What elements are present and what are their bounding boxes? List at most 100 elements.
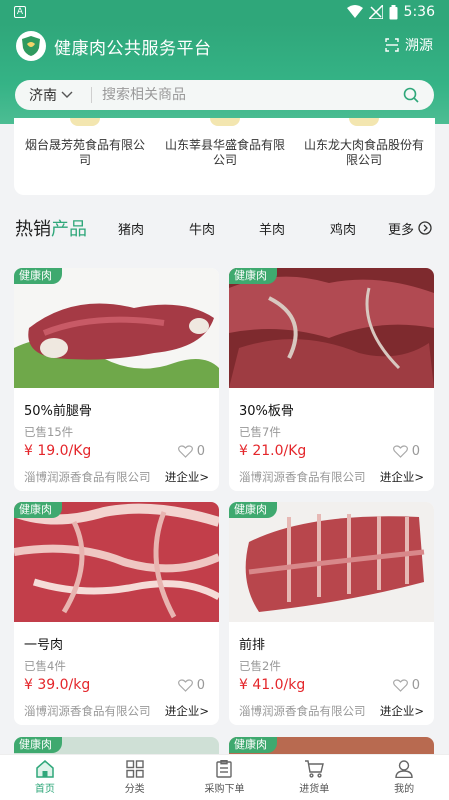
section-title: 热销产品 [15,219,87,240]
app-header: 健康肉公共服务平台 溯源 济南 [0,24,449,124]
search-input[interactable] [92,87,394,103]
status-icons: 5:36 [346,4,435,20]
healthy-badge: 健康肉 [14,737,62,753]
product-image [229,268,434,388]
company-item[interactable]: 烟台晟芳苑食品有限公司 [20,118,150,168]
seller-name: 淄博润源香食品有限公司 [24,704,151,718]
platform-logo [16,31,46,61]
company-name: 山东莘县华盛食品有限公司 [164,138,285,167]
seller-name: 淄博润源香食品有限公司 [239,470,366,484]
like-button[interactable]: 0 [177,444,205,459]
city-selector[interactable]: 济南 [15,85,91,105]
like-count: 0 [196,678,205,693]
enter-shop-link[interactable]: 进企业> [165,703,209,719]
product-price: ¥ 41.0/kg [239,677,306,693]
search-bar: 济南 [15,80,434,110]
product-card[interactable]: 健康肉 30%板骨 已售7件 ¥ 21.0/Kg 0 淄博润源香食品有限公司 进… [229,268,434,491]
nav-label: 进货单 [299,784,330,795]
enter-shop-link[interactable]: 进企业> [165,469,209,485]
notification-icon: A [14,6,26,18]
healthy-badge: 健康肉 [229,502,277,518]
nav-label: 我的 [394,784,415,795]
company-name: 烟台晟芳苑食品有限公司 [24,138,145,167]
product-image [14,268,219,388]
signal-icon [368,5,383,19]
nav-category[interactable]: 分类 [90,755,180,800]
cart-icon [305,760,325,778]
heart-icon [392,679,408,692]
sold-count: 已售4件 [24,659,66,673]
profile-icon [395,760,413,778]
heart-icon [177,445,193,458]
scan-icon [385,38,399,52]
battery-icon [389,4,398,19]
home-icon [36,760,54,778]
company-name: 山东龙大肉食品股份有限公司 [303,138,424,167]
tab-beef[interactable]: 牛肉 [189,219,215,238]
heart-icon [177,679,193,692]
product-price: ¥ 21.0/Kg [239,443,307,459]
nav-order[interactable]: 采购下单 [180,755,270,800]
product-card[interactable]: 健康肉 一号肉 已售4件 ¥ 39.0/kg 0 淄博润源香食品有限公司 进企业… [14,502,219,725]
nav-cart[interactable]: 进货单 [269,755,359,800]
product-image [14,502,219,622]
product-price: ¥ 19.0/Kg [24,443,92,459]
trace-label: 溯源 [405,38,433,54]
company-logo [210,118,240,126]
like-button[interactable]: 0 [392,678,420,693]
hot-products-tabs: 热销产品 猪肉 牛肉 羊肉 鸡肉 更多 [0,208,449,248]
like-button[interactable]: 0 [177,678,205,693]
nav-label: 首页 [34,784,55,795]
page-title: 健康肉公共服务平台 [54,39,212,59]
status-bar: A 5:36 [0,0,449,24]
sold-count: 已售7件 [239,425,281,439]
clock: 5:36 [403,4,435,20]
shield-logo-icon [22,36,40,56]
company-logo [349,118,379,126]
enter-shop-link[interactable]: 进企业> [380,703,424,719]
product-card[interactable]: 健康肉 50%前腿骨 已售15件 ¥ 19.0/Kg 0 淄博润源香食品有限公司… [14,268,219,491]
enter-shop-link[interactable]: 进企业> [380,469,424,485]
product-name: 50%前腿骨 [24,404,92,419]
bottom-nav: 首页 分类 采购下单 进货单 我的 [0,754,449,800]
chevron-down-icon [61,91,73,98]
nav-profile[interactable]: 我的 [359,755,449,800]
heart-icon [392,445,408,458]
like-count: 0 [196,444,205,459]
nav-home[interactable]: 首页 [0,755,90,800]
search-button[interactable] [394,80,428,110]
city-label: 济南 [29,88,57,104]
like-button[interactable]: 0 [392,444,420,459]
product-name: 30%板骨 [239,404,294,419]
chevron-right-circle-icon [418,221,432,235]
healthy-badge: 健康肉 [229,737,277,753]
product-image [229,502,434,622]
tab-pork[interactable]: 猪肉 [118,219,144,238]
product-name: 一号肉 [24,638,64,653]
seller-name: 淄博润源香食品有限公司 [24,470,151,484]
more-label: 更多 [388,222,415,238]
healthy-badge: 健康肉 [229,268,277,284]
company-item[interactable]: 山东莘县华盛食品有限公司 [160,118,290,168]
sold-count: 已售15件 [24,425,74,439]
search-icon [403,87,419,103]
product-card[interactable]: 健康肉 前排 已售2件 ¥ 41.0/kg 0 淄博润源香食品有限公司 进企业> [229,502,434,725]
category-icon [125,760,144,778]
tab-lamb[interactable]: 羊肉 [259,219,285,238]
wifi-icon [346,5,363,18]
sold-count: 已售2件 [239,659,281,673]
company-logo [70,118,100,126]
more-link[interactable]: 更多 [388,219,432,238]
healthy-badge: 健康肉 [14,268,62,284]
tab-chicken[interactable]: 鸡肉 [330,219,356,238]
company-item[interactable]: 山东龙大肉食品股份有限公司 [299,118,429,168]
order-icon [216,760,233,778]
like-count: 0 [411,444,420,459]
healthy-badge: 健康肉 [14,502,62,518]
trace-button[interactable]: 溯源 [385,35,433,55]
company-list: 烟台晟芳苑食品有限公司 山东莘县华盛食品有限公司 山东龙大肉食品股份有限公司 [14,118,435,195]
product-name: 前排 [239,638,266,653]
like-count: 0 [411,678,420,693]
nav-label: 分类 [124,784,145,795]
nav-label: 采购下单 [204,784,245,795]
